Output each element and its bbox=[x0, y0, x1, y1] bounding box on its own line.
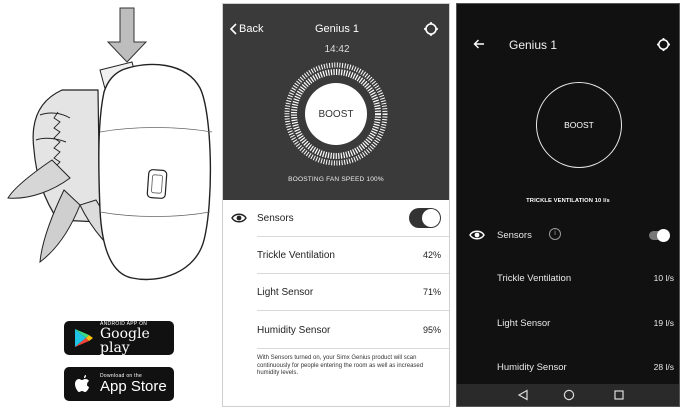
eye-icon bbox=[231, 213, 247, 223]
boost-button[interactable]: BOOST bbox=[305, 83, 367, 145]
sensor-row-light: Light Sensor 71% bbox=[223, 274, 449, 310]
android-screen: Genius 1 BOOST TRICKLE VENTILATION 10 l/… bbox=[456, 3, 680, 407]
sensor-row-value: 10 l/s bbox=[653, 273, 674, 283]
sensor-row-value: 28 l/s bbox=[653, 362, 674, 372]
settings-icon[interactable] bbox=[423, 21, 439, 37]
app-store-badge[interactable]: Download on the App Store bbox=[64, 367, 174, 401]
android-recents-icon[interactable] bbox=[613, 389, 625, 401]
sensor-row-label: Trickle Ventilation bbox=[497, 273, 572, 284]
device-title: Genius 1 bbox=[314, 23, 360, 35]
settings-icon[interactable] bbox=[656, 37, 671, 52]
sensor-row-humidity: Humidity Sensor 28 l/s bbox=[457, 358, 679, 378]
google-play-logo-icon bbox=[75, 329, 93, 347]
sensor-row-trickle: Trickle Ventilation 10 l/s bbox=[457, 269, 679, 289]
sensor-row-humidity: Humidity Sensor 95% bbox=[223, 312, 449, 348]
sensor-row-label: Light Sensor bbox=[497, 318, 551, 329]
divider bbox=[257, 348, 449, 349]
sensor-row-value: 95% bbox=[422, 325, 441, 335]
fan-product-illustration bbox=[7, 7, 213, 281]
sensor-row-value: 42% bbox=[422, 250, 441, 260]
sensors-label: Sensors bbox=[497, 230, 532, 241]
arrow-down-icon bbox=[106, 7, 148, 63]
android-nav-bar bbox=[457, 384, 679, 406]
info-icon[interactable]: i bbox=[549, 228, 561, 240]
sensor-row-trickle: Trickle Ventilation 42% bbox=[223, 237, 449, 273]
screenshot-collage: ANDROID APP ON Google play Download on t… bbox=[0, 0, 681, 407]
ios-nav-bar: Back Genius 1 bbox=[223, 21, 449, 41]
sensors-row: Sensors bbox=[223, 200, 449, 236]
toggle-knob bbox=[422, 209, 440, 227]
android-back-icon[interactable] bbox=[517, 389, 529, 401]
google-play-big-text: Google play bbox=[100, 325, 150, 356]
boost-timer: 14:42 bbox=[324, 44, 350, 55]
sensor-row-label: Light Sensor bbox=[257, 286, 314, 298]
sensors-label: Sensors bbox=[257, 212, 294, 224]
boost-status-text: BOOSTING FAN SPEED 100% bbox=[288, 176, 384, 183]
google-play-badge[interactable]: ANDROID APP ON Google play bbox=[64, 321, 174, 355]
apple-logo-icon bbox=[75, 375, 89, 392]
sensors-toggle[interactable] bbox=[649, 229, 670, 242]
app-store-big-text: App Store bbox=[100, 378, 167, 395]
toggle-knob bbox=[657, 229, 670, 242]
sensors-toggle[interactable] bbox=[409, 208, 441, 228]
sensor-row-label: Trickle Ventilation bbox=[257, 249, 335, 261]
eye-icon bbox=[469, 230, 485, 240]
sensors-description: With Sensors turned on, your Simx Genius… bbox=[257, 355, 424, 376]
sensor-row-value: 71% bbox=[422, 287, 441, 297]
sensor-row-label: Humidity Sensor bbox=[257, 324, 331, 336]
android-home-icon[interactable] bbox=[563, 389, 575, 401]
sensors-row: Sensors i bbox=[457, 226, 679, 246]
back-arrow-icon[interactable] bbox=[473, 38, 485, 50]
ios-screen: Back Genius 1 14:42 BOOST BOOSTING FAN S… bbox=[222, 3, 450, 407]
sensor-row-label: Humidity Sensor bbox=[497, 362, 567, 373]
sensor-row-light: Light Sensor 19 l/s bbox=[457, 314, 679, 334]
divider bbox=[257, 310, 449, 311]
boost-button[interactable]: BOOST bbox=[536, 82, 622, 168]
sensor-row-value: 19 l/s bbox=[653, 318, 674, 328]
device-title: Genius 1 bbox=[509, 38, 558, 52]
ventilation-status-text: TRICKLE VENTILATION 10 l/s bbox=[526, 198, 610, 204]
